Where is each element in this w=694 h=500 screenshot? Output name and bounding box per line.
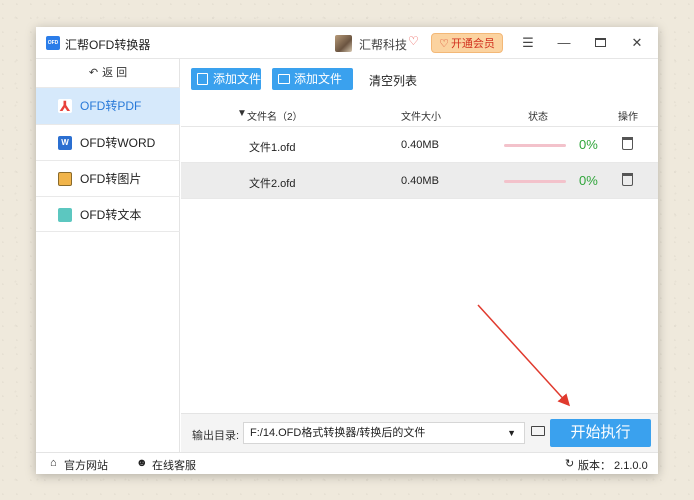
refresh-icon[interactable]: ↻: [565, 457, 574, 470]
status-bar: ⌂ 官方网站 ☻ 在线客服 ↻ 版本： 2.1.0.0: [36, 452, 658, 474]
progress-bar: [504, 180, 566, 183]
back-label: 返 回: [102, 67, 128, 79]
file-size: 0.40MB: [401, 139, 439, 151]
output-dir-label: 输出目录:: [192, 430, 240, 442]
company-name: 汇帮科技: [359, 38, 408, 52]
maximize-icon[interactable]: [590, 33, 610, 53]
column-status: 状态: [528, 112, 548, 123]
column-actions: 操作: [618, 112, 638, 123]
sidebar-item-label: OFD转图片: [80, 172, 142, 186]
dropdown-caret-icon[interactable]: ▼: [507, 423, 516, 443]
avatar[interactable]: [335, 35, 352, 52]
sidebar-item-ofd-to-image[interactable]: OFD转图片: [36, 160, 180, 196]
output-bar: 输出目录: F:/14.OFD格式转换器/转换后的文件 ▼ 开始执行: [181, 413, 658, 452]
progress-bar: [504, 144, 566, 147]
app-title: 汇帮OFD转换器: [65, 38, 151, 52]
pdf-icon: ⅄: [58, 98, 72, 114]
sort-caret-icon[interactable]: ▼: [237, 108, 247, 119]
output-path-value: F:/14.OFD格式转换器/转换后的文件: [250, 427, 426, 439]
add-file-icon: [197, 73, 208, 85]
column-filesize: 文件大小: [401, 112, 441, 123]
progress-percent: 0%: [579, 137, 598, 152]
minimize-icon[interactable]: —: [554, 33, 574, 53]
sidebar-item-label: OFD转文本: [80, 208, 142, 222]
sidebar-item-ofd-to-word[interactable]: W OFD转WORD: [36, 124, 180, 160]
clear-list-button[interactable]: 清空列表: [369, 72, 417, 89]
title-bar: OFD 汇帮OFD转换器 汇帮科技 ♡ ♡ 开通会员 ☰ — ✕: [36, 27, 658, 59]
image-icon: [58, 172, 72, 186]
home-icon[interactable]: ⌂: [50, 457, 57, 469]
main-panel: 添加文件 添加文件夹 清空列表 ▼ 文件名（2） 文件大小 状态 操作 文件1.…: [181, 59, 658, 452]
progress-percent: 0%: [579, 173, 598, 188]
start-button[interactable]: 开始执行: [550, 419, 651, 447]
table-header: ▼ 文件名（2） 文件大小 状态 操作: [181, 99, 658, 127]
add-file-button[interactable]: 添加文件: [191, 68, 261, 90]
sidebar-item-ofd-to-pdf[interactable]: ⅄ OFD转PDF: [36, 87, 180, 124]
close-icon[interactable]: ✕: [627, 33, 647, 53]
sidebar-item-label: OFD转WORD: [80, 136, 156, 150]
diamond-icon: ♡: [439, 38, 449, 50]
word-icon: W: [58, 136, 72, 150]
text-icon: [58, 208, 72, 222]
file-name: 文件1.ofd: [249, 142, 296, 154]
support-link[interactable]: 在线客服: [152, 457, 196, 473]
back-button[interactable]: ↶ 返 回: [36, 59, 180, 87]
sidebar: ↶ 返 回 ⅄ OFD转PDF W OFD转WORD OFD转图片 OFD转文本: [36, 59, 180, 452]
app-logo-icon: OFD: [46, 36, 60, 50]
open-vip-button[interactable]: ♡ 开通会员: [431, 33, 503, 53]
column-filename[interactable]: 文件名（2）: [247, 108, 303, 123]
file-name: 文件2.ofd: [249, 178, 296, 190]
add-file-label: 添加文件: [213, 72, 262, 86]
table-row[interactable]: 文件2.ofd 0.40MB 0%: [181, 163, 658, 199]
website-link[interactable]: 官方网站: [64, 457, 108, 473]
app-window: OFD 汇帮OFD转换器 汇帮科技 ♡ ♡ 开通会员 ☰ — ✕ ↶ 返 回 ⅄ O…: [36, 27, 658, 474]
back-arrow-icon: ↶: [88, 67, 99, 79]
vip-label: 开通会员: [450, 38, 495, 50]
hamburger-icon[interactable]: ☰: [518, 33, 538, 53]
add-folder-icon: [278, 74, 290, 84]
trash-icon[interactable]: [622, 173, 633, 186]
table-row[interactable]: 文件1.ofd 0.40MB 0%: [181, 127, 658, 163]
version-label: 版本： 2.1.0.0: [578, 460, 648, 472]
file-size: 0.40MB: [401, 175, 439, 187]
sidebar-item-ofd-to-text[interactable]: OFD转文本: [36, 196, 180, 232]
vip-diamond-icon: ♡: [408, 34, 419, 48]
add-folder-button[interactable]: 添加文件夹: [272, 68, 353, 108]
trash-icon[interactable]: [622, 137, 633, 150]
sidebar-item-label: OFD转PDF: [80, 99, 142, 113]
support-icon[interactable]: ☻: [136, 457, 148, 469]
output-path-select[interactable]: F:/14.OFD格式转换器/转换后的文件 ▼: [243, 422, 525, 444]
folder-icon[interactable]: [531, 426, 545, 436]
